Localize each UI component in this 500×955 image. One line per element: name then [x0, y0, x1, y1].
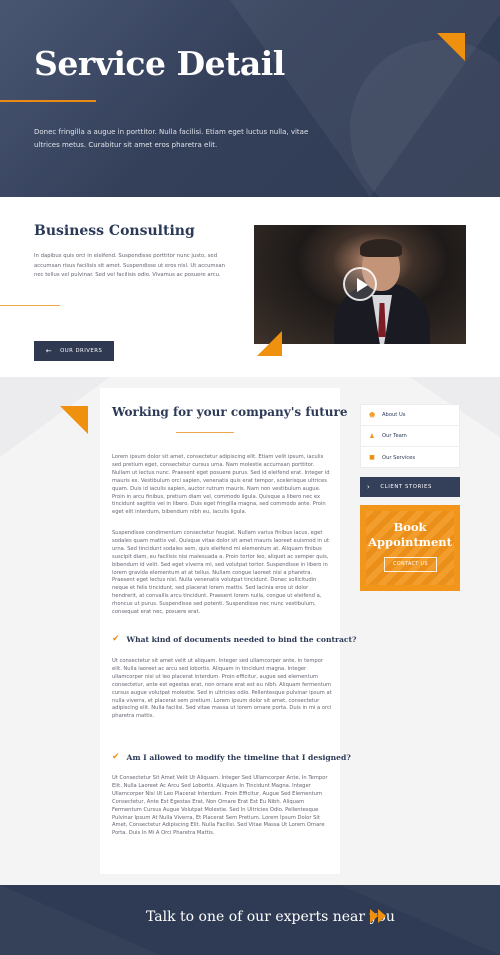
cta-decor-shape: [0, 885, 160, 955]
hero-banner: Service Detail Donec fringilla a augue i…: [0, 0, 500, 197]
faq-answer: Ut Consectetur Sit Amet Velit Ut Aliquam…: [112, 775, 328, 837]
sidebar-item-label: Our Services: [382, 454, 416, 461]
article-title: Working for your company's future: [112, 405, 348, 419]
title-underline: [176, 432, 234, 433]
sidebar-item-our-team[interactable]: ♟ Our Team: [361, 426, 459, 447]
check-icon: ✔: [112, 752, 120, 762]
sidebar-item-label: About Us: [382, 412, 406, 418]
contact-us-button[interactable]: CONTACT US: [384, 557, 437, 572]
sidebar-item-our-services[interactable]: ■ Our Services: [361, 447, 459, 468]
corner-triangle-icon: [60, 406, 88, 434]
video-figure-hair: [360, 239, 402, 257]
sidebar-item-label: Our Team: [382, 433, 407, 439]
article-paragraph: Suspendisse condimentum consectetur feug…: [112, 530, 330, 616]
faq-question-text: Am I allowed to modify the timeline that…: [126, 752, 351, 762]
play-icon[interactable]: [343, 267, 377, 301]
page-title: Service Detail: [34, 44, 285, 83]
hero-description: Donec fringilla a augue in porttitor. Nu…: [34, 128, 309, 149]
corner-triangle-icon: [437, 33, 465, 61]
services-icon: ■: [369, 454, 375, 461]
section-title: Business Consulting: [34, 223, 195, 239]
arrow-left-icon: ←: [45, 347, 53, 355]
article-paragraph: Lorem ipsum dolor sit amet, consectetur …: [112, 454, 330, 516]
title-underline: [0, 100, 96, 102]
sidebar-item-about-us[interactable]: ☻ About Us: [361, 405, 459, 426]
chevron-right-icon: ›: [367, 483, 371, 491]
faq-question: ✔ Am I allowed to modify the timeline th…: [112, 752, 351, 762]
main-decor-shape: [0, 377, 110, 457]
cta-banner[interactable]: Talk to one of our experts near you: [0, 885, 500, 955]
our-drivers-label: OUR DRIVERS: [60, 348, 103, 354]
faq-answer: Ut consectetur sit amet velit ut aliquam…: [112, 658, 332, 720]
booking-card: Book Appointment: [360, 505, 460, 591]
cta-text: Talk to one of our experts near you: [146, 909, 395, 925]
client-stories-label: CLIENT STORIES: [380, 484, 432, 490]
decor-line: [0, 305, 60, 306]
client-stories-button[interactable]: › CLIENT STORIES: [360, 477, 460, 497]
faq-question: ✔ What kind of documents needed to bind …: [112, 634, 356, 644]
users-icon: ☻: [369, 411, 376, 419]
video-thumbnail[interactable]: [254, 225, 466, 344]
section-description: In dapibus quis orci in eleifend. Suspen…: [34, 253, 225, 278]
corner-triangle-icon: [257, 331, 282, 356]
our-drivers-button[interactable]: ← OUR DRIVERS: [34, 341, 114, 361]
sidebar-menu: ☻ About Us ♟ Our Team ■ Our Services: [360, 404, 460, 468]
person-icon: ♟: [369, 432, 375, 440]
booking-title: Book Appointment: [368, 520, 452, 549]
check-icon: ✔: [112, 634, 120, 644]
double-arrow-right-icon[interactable]: [370, 909, 386, 923]
faq-question-text: What kind of documents needed to bind th…: [126, 634, 357, 644]
